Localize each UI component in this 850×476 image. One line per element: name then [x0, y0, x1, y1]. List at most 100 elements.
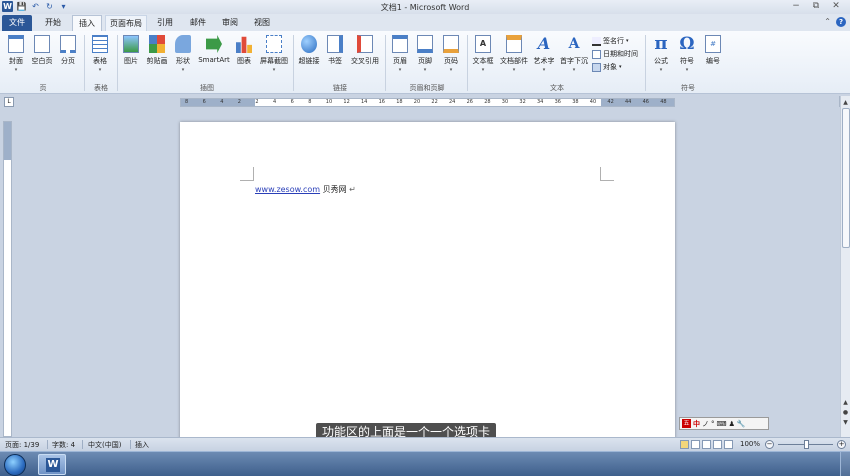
taskbar-word-button[interactable]: W	[38, 454, 66, 475]
tab-view[interactable]: 视图	[247, 15, 277, 31]
equation-button[interactable]: π 公式 ▾	[650, 35, 672, 74]
ime-logo-icon[interactable]: 五	[682, 419, 691, 428]
smartart-button[interactable]: SmartArt	[196, 35, 232, 64]
signature-line-button[interactable]: 签名行 ▾	[592, 36, 629, 46]
browse-object-icon[interactable]: ●	[841, 408, 850, 417]
wordart-button[interactable]: A 艺术字 ▾	[532, 35, 556, 74]
blank-page-button[interactable]: 空白页	[29, 35, 55, 66]
hyperlink-button[interactable]: 超链接	[296, 35, 322, 66]
text-box-button[interactable]: A 文本框 ▾	[471, 35, 495, 73]
minimize-ribbon-icon[interactable]: ⌃	[824, 17, 831, 27]
date-time-button[interactable]: 日期和时间	[592, 49, 638, 59]
window-title: 文档1 - Microsoft Word	[380, 3, 470, 12]
header-button[interactable]: 页眉 ▾	[390, 35, 410, 73]
ruler-tick-label: 14	[361, 99, 368, 105]
ime-user-icon[interactable]: ♟	[729, 420, 735, 428]
tab-file[interactable]: 文件	[2, 15, 32, 31]
vertical-ruler[interactable]	[3, 121, 12, 437]
scroll-up-icon[interactable]: ▲	[841, 98, 850, 107]
ruler-tick-label: 24	[449, 99, 456, 105]
print-layout-view-icon[interactable]	[680, 440, 689, 449]
chevron-down-icon: ▾	[14, 67, 18, 73]
close-button[interactable]: ✕	[826, 0, 846, 13]
picture-button[interactable]: 图片	[121, 35, 141, 66]
ime-keyboard-icon[interactable]: ⌨	[717, 420, 727, 428]
tab-mailings[interactable]: 邮件	[183, 15, 213, 31]
show-desktop-button[interactable]	[840, 452, 850, 476]
document-area: www.zesow.com 贝秀网 ↵	[0, 109, 840, 442]
tab-home[interactable]: 开始	[38, 15, 68, 31]
draft-view-icon[interactable]	[724, 440, 733, 449]
minimize-button[interactable]: −	[786, 0, 806, 13]
numbering-button[interactable]: # 编号	[702, 35, 724, 66]
status-insert-mode[interactable]: 插入	[135, 440, 149, 450]
ime-settings-icon[interactable]: 🔧	[737, 420, 746, 428]
chevron-down-icon: ▾	[685, 67, 689, 73]
clip-art-button[interactable]: 剪贴画	[144, 35, 170, 66]
ruler-tick-label: 36	[554, 99, 561, 105]
document-hyperlink[interactable]: www.zesow.com	[255, 185, 320, 194]
ime-moon-icon[interactable]: ノ	[702, 419, 709, 429]
full-screen-view-icon[interactable]	[691, 440, 700, 449]
status-language[interactable]: 中文(中国)	[88, 440, 121, 450]
status-page[interactable]: 页面: 1/39	[5, 440, 39, 450]
bookmark-button[interactable]: 书签	[325, 35, 345, 66]
scrollbar-thumb[interactable]	[842, 108, 850, 248]
horizontal-ruler[interactable]: 8 6 4 2 2 4 6 8 10 12 14 16 18 20 22 24 26 28 30 32 34 36 38 40…	[180, 98, 675, 107]
ruler-tick-label: 12	[343, 99, 350, 105]
footer-icon	[417, 35, 433, 53]
zoom-slider-thumb[interactable]	[804, 440, 809, 449]
ruler-tick-label: 30	[501, 99, 509, 105]
ime-chinese-mode[interactable]: 中	[693, 419, 700, 429]
ruler-tick-label: 20	[413, 99, 421, 105]
footer-button[interactable]: 页脚 ▾	[415, 35, 435, 73]
ruler-tick-label: 2	[237, 99, 241, 105]
outline-view-icon[interactable]	[713, 440, 722, 449]
screenshot-icon	[266, 35, 282, 53]
table-button[interactable]: 表格 ▾	[88, 35, 112, 73]
drop-cap-button[interactable]: A 首字下沉 ▾	[558, 35, 590, 73]
start-button[interactable]	[4, 454, 26, 476]
vertical-scrollbar[interactable]: ▲ ▲ ● ▼	[840, 96, 850, 437]
quick-parts-button[interactable]: 文档部件 ▾	[498, 35, 530, 73]
ime-punct-icon[interactable]: °	[711, 420, 715, 428]
chevron-down-icon: ▾	[542, 67, 546, 73]
tab-references[interactable]: 引用	[150, 15, 180, 31]
ruler-tick-label: 10	[325, 99, 333, 105]
taskbar: W	[0, 451, 850, 476]
symbol-button[interactable]: Ω 符号 ▾	[676, 35, 698, 73]
document-paragraph[interactable]: www.zesow.com 贝秀网 ↵	[255, 184, 356, 195]
zoom-out-button[interactable]: −	[765, 440, 774, 449]
scroll-up-icon[interactable]: ▲	[841, 398, 850, 407]
chart-button[interactable]: 图表	[234, 35, 254, 66]
numbering-icon: #	[705, 35, 721, 53]
restore-button[interactable]: ⧉	[806, 0, 826, 13]
tab-insert[interactable]: 插入	[72, 15, 102, 31]
group-label-header-footer: 页眉和页脚	[409, 84, 445, 92]
screenshot-button[interactable]: 屏幕截图 ▾	[257, 35, 291, 73]
tab-page-layout[interactable]: 页面布局	[105, 15, 147, 31]
shapes-button[interactable]: 形状 ▾	[172, 35, 194, 73]
crop-mark	[600, 167, 614, 181]
status-word-count[interactable]: 字数: 4	[52, 440, 75, 450]
ime-toolbar[interactable]: 五 中 ノ ° ⌨ ♟ 🔧	[679, 417, 769, 430]
help-icon[interactable]: ?	[836, 17, 846, 27]
web-layout-view-icon[interactable]	[702, 440, 711, 449]
document-page[interactable]: www.zesow.com 贝秀网 ↵	[180, 122, 675, 442]
calendar-icon	[592, 49, 601, 59]
page-break-button[interactable]: 分页	[57, 35, 79, 66]
status-separator	[82, 440, 83, 449]
group-separator	[293, 35, 294, 91]
tab-selector-button[interactable]: L	[4, 97, 14, 107]
zoom-in-button[interactable]: +	[837, 440, 846, 449]
document-text: 贝秀网	[322, 185, 347, 194]
zoom-level[interactable]: 100%	[740, 440, 760, 448]
ruler-tick-label: 40	[589, 99, 597, 105]
page-number-button[interactable]: 页码 ▾	[441, 35, 461, 73]
object-button[interactable]: 对象 ▾	[592, 62, 622, 72]
cover-page-button[interactable]: 封面 ▾	[5, 35, 27, 73]
scroll-down-icon[interactable]: ▼	[841, 418, 850, 427]
tab-review[interactable]: 审阅	[215, 15, 245, 31]
view-buttons	[680, 440, 733, 449]
cross-reference-button[interactable]: 交叉引用	[348, 35, 382, 66]
